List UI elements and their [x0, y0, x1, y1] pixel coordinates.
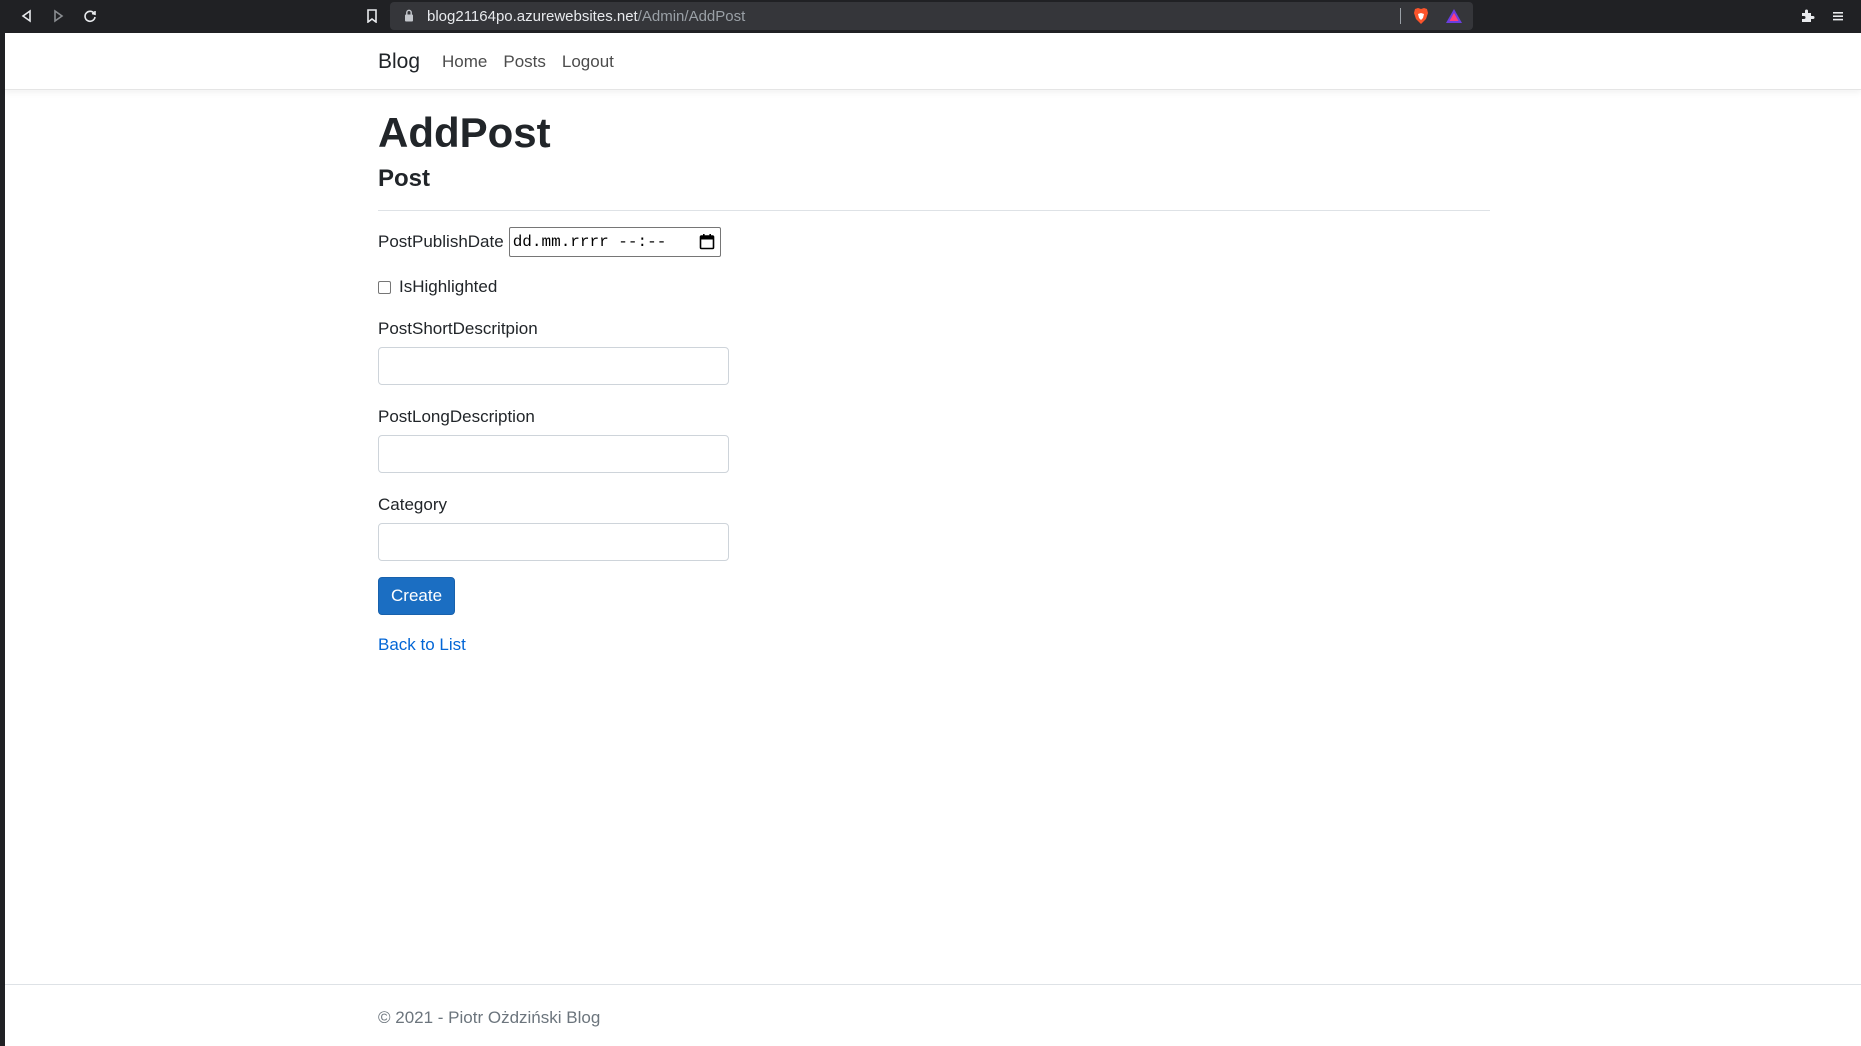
short-description-input[interactable] — [378, 347, 729, 385]
highlighted-label: IsHighlighted — [399, 277, 498, 296]
nav-links: Home Posts Logout — [442, 52, 630, 72]
nav-link-posts[interactable]: Posts — [503, 52, 546, 72]
section-title: Post — [378, 165, 431, 192]
highlighted-checkbox[interactable] — [378, 280, 391, 294]
site-footer: © 2021 - Piotr Ożdziński Blog — [5, 984, 1861, 1046]
category-input[interactable] — [378, 523, 729, 561]
category-label: Category — [378, 495, 447, 514]
publish-date-placeholder: dd.mm.rrrr --:-- — [512, 233, 667, 251]
back-arrow-icon[interactable] — [17, 6, 37, 26]
page-title: AddPost — [378, 109, 551, 156]
divider — [378, 210, 1490, 211]
nav-link-logout[interactable]: Logout — [562, 52, 614, 72]
url-text[interactable]: blog21164po.azurewebsites.net/Admin/AddP… — [427, 8, 745, 25]
forward-arrow-icon[interactable] — [48, 6, 68, 26]
calendar-icon[interactable] — [699, 233, 715, 255]
page: Blog Home Posts Logout AddPost Post Post… — [5, 33, 1861, 1046]
brave-shield-icon[interactable] — [1413, 7, 1429, 30]
bookmark-icon[interactable] — [362, 6, 382, 26]
long-description-label: PostLongDescription — [378, 407, 535, 426]
address-bar-divider — [1400, 8, 1401, 24]
create-button[interactable]: Create — [378, 577, 456, 615]
back-to-list-link[interactable]: Back to List — [378, 635, 1490, 655]
site-navbar: Blog Home Posts Logout — [5, 33, 1861, 90]
main-content: AddPost Post PostPublishDate dd.mm.rrrr … — [378, 108, 1490, 655]
brave-rewards-icon[interactable] — [1445, 8, 1463, 29]
publish-date-input[interactable]: dd.mm.rrrr --:-- — [508, 227, 721, 257]
nav-link-home[interactable]: Home — [442, 52, 487, 72]
url-host: blog21164po.azurewebsites.net — [427, 7, 638, 25]
publish-date-row: PostPublishDate dd.mm.rrrr --:-- — [378, 227, 1490, 257]
publish-date-label: PostPublishDate — [378, 232, 504, 251]
menu-icon[interactable] — [1828, 6, 1848, 26]
footer-copyright: © 2021 - Piotr Ożdziński Blog — [378, 1008, 601, 1027]
address-bar[interactable]: blog21164po.azurewebsites.net/Admin/AddP… — [390, 2, 1473, 30]
highlighted-row: IsHighlighted — [378, 277, 1490, 297]
extensions-icon[interactable] — [1797, 6, 1817, 26]
navbar-brand[interactable]: Blog — [378, 50, 420, 74]
short-description-label: PostShortDescritpion — [378, 319, 538, 338]
lock-icon[interactable] — [404, 9, 414, 27]
browser-toolbar: blog21164po.azurewebsites.net/Admin/AddP… — [0, 0, 1861, 33]
reload-icon[interactable] — [80, 6, 100, 26]
long-description-input[interactable] — [378, 435, 729, 473]
url-path: /Admin/AddPost — [637, 7, 746, 25]
